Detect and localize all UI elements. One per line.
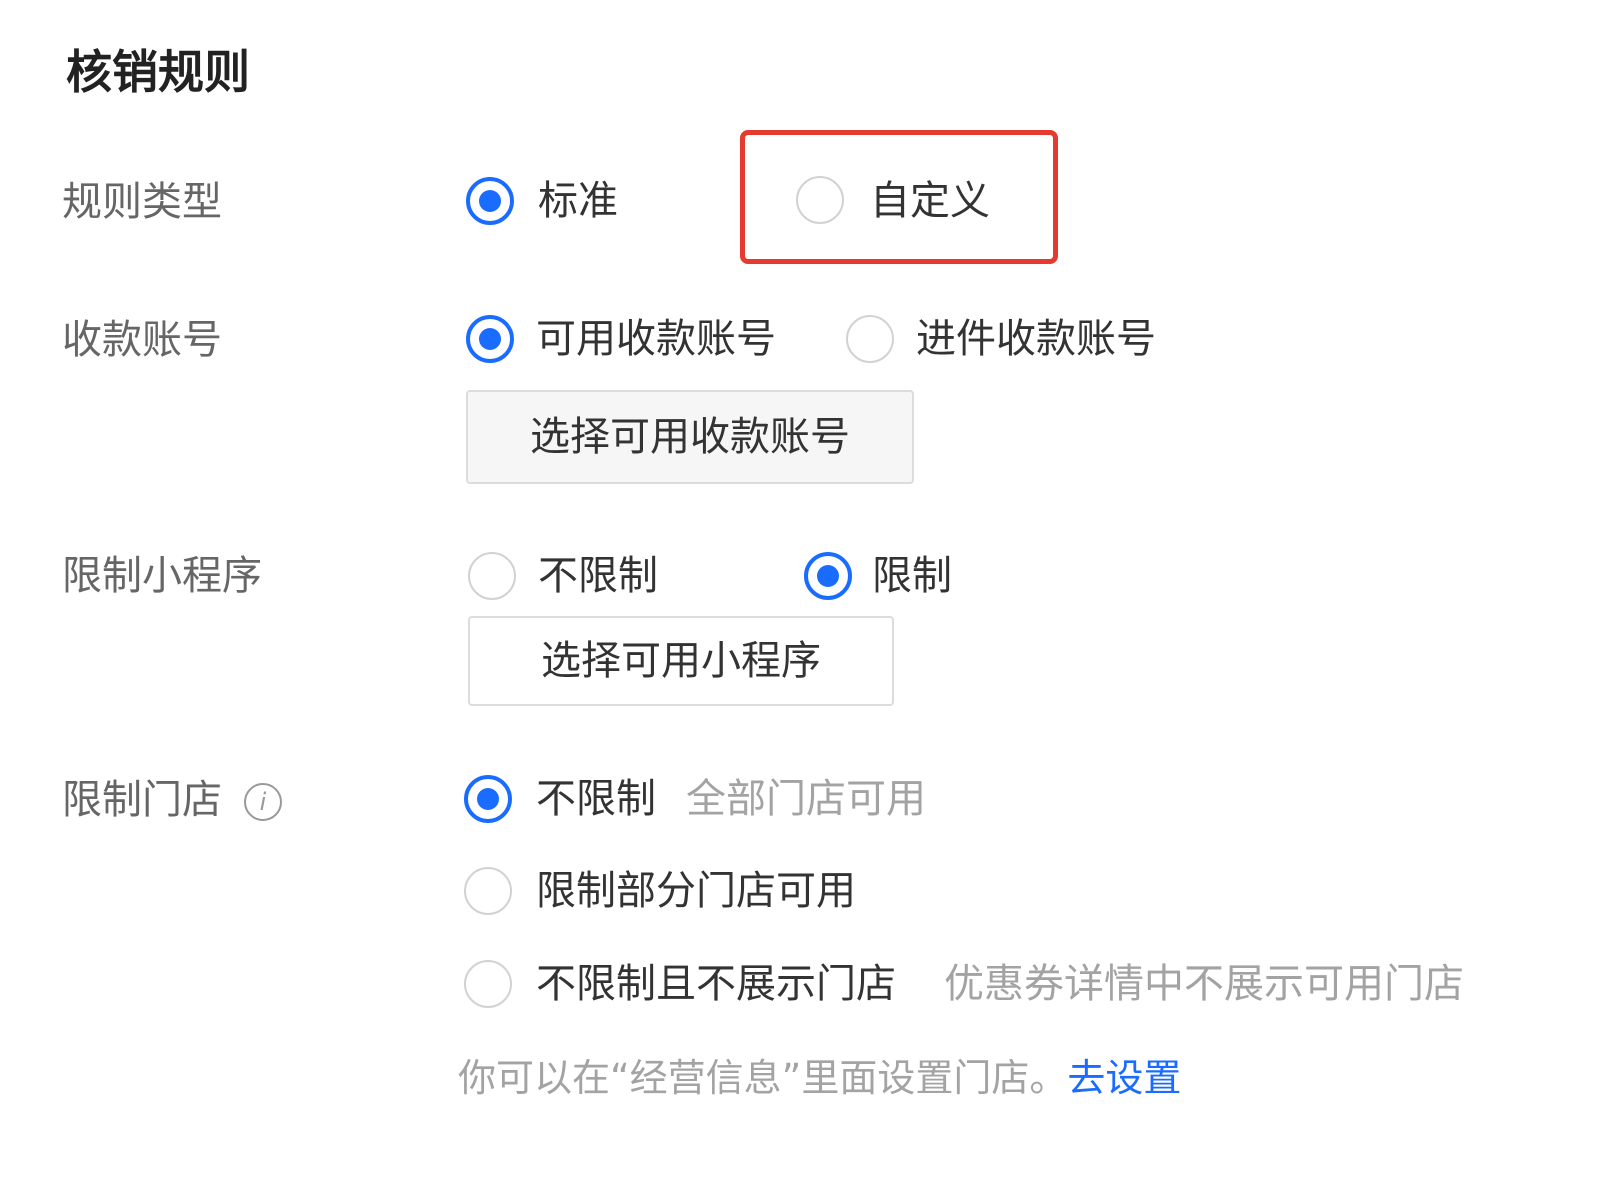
- payment-account-label: 收款账号: [62, 317, 222, 363]
- rule-type-label: 规则类型: [62, 179, 222, 225]
- store-partial-radio[interactable]: [464, 867, 512, 915]
- custom-option-highlight: [740, 130, 1058, 264]
- store-partial-label[interactable]: 限制部分门店可用: [536, 863, 856, 919]
- limit-miniprogram-label: 限制小程序: [62, 553, 262, 599]
- payment-onboarding-radio[interactable]: [846, 315, 894, 363]
- miniprogram-limited-radio[interactable]: [804, 552, 852, 600]
- payment-available-label[interactable]: 可用收款账号: [536, 311, 776, 367]
- store-setting-note-text: 你可以在“经营信息”里面设置门店。: [458, 1056, 1068, 1100]
- rule-type-standard-radio[interactable]: [466, 177, 514, 225]
- miniprogram-unlimited-label[interactable]: 不限制: [538, 548, 658, 604]
- select-miniprogram-button[interactable]: 选择可用小程序: [468, 616, 894, 706]
- store-unlimited-hint: 全部门店可用: [686, 776, 926, 822]
- store-hidden-hint: 优惠券详情中不展示可用门店: [944, 961, 1464, 1007]
- store-unlimited-label[interactable]: 不限制: [536, 771, 656, 827]
- store-hidden-radio[interactable]: [464, 960, 512, 1008]
- miniprogram-unlimited-radio[interactable]: [468, 552, 516, 600]
- payment-onboarding-label[interactable]: 进件收款账号: [916, 311, 1156, 367]
- go-settings-link[interactable]: 去设置: [1067, 1056, 1181, 1100]
- miniprogram-limited-label[interactable]: 限制: [872, 548, 952, 604]
- limit-store-label: 限制门店: [62, 777, 222, 823]
- payment-available-radio[interactable]: [466, 315, 514, 363]
- store-hidden-label[interactable]: 不限制且不展示门店: [536, 956, 896, 1012]
- section-title: 核销规则: [66, 45, 250, 99]
- store-unlimited-radio[interactable]: [464, 775, 512, 823]
- store-setting-note: 你可以在“经营信息”里面设置门店。去设置: [458, 1050, 1181, 1106]
- rule-type-standard-label[interactable]: 标准: [538, 173, 618, 229]
- info-icon[interactable]: i: [244, 783, 282, 821]
- select-payment-account-button[interactable]: 选择可用收款账号: [466, 390, 914, 484]
